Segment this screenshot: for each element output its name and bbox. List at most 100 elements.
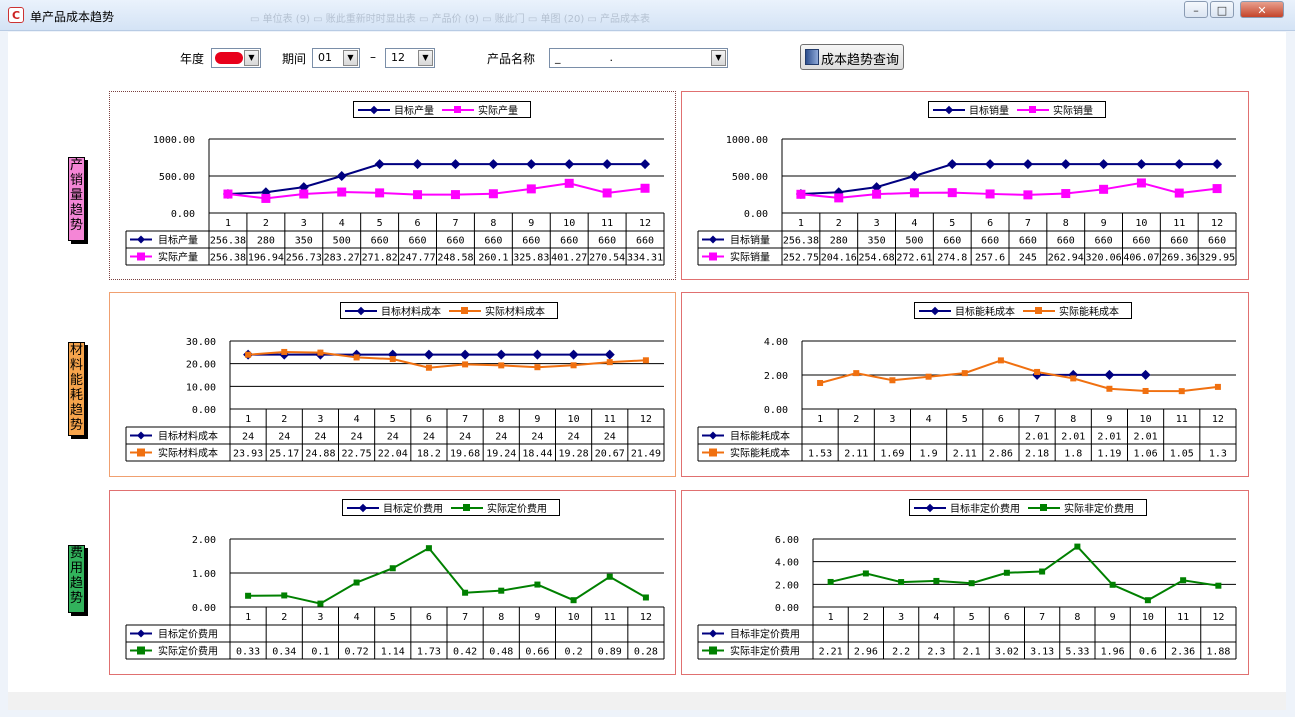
data-point	[642, 357, 649, 364]
data-cell: 2.11	[953, 449, 977, 460]
data-cell: 1.73	[417, 647, 441, 658]
data-point	[1070, 375, 1077, 382]
data-cell: 1.05	[1170, 449, 1194, 460]
data-point	[498, 362, 505, 369]
status-bar	[8, 692, 1286, 710]
category-label: 4	[911, 218, 917, 229]
series-row-label: 目标能耗成本	[730, 430, 790, 443]
data-cell: 0.89	[598, 647, 622, 658]
category-label: 7	[1034, 414, 1040, 425]
series-key-marker	[709, 448, 717, 457]
data-point	[353, 354, 360, 361]
data-point	[488, 189, 498, 199]
data-point	[353, 579, 360, 586]
data-point	[1174, 159, 1185, 170]
category-label: 4	[354, 612, 360, 623]
data-point	[568, 349, 579, 360]
chevron-down-icon[interactable]: ▼	[418, 50, 433, 66]
product-value: _ .	[555, 51, 613, 64]
product-select[interactable]: _ . ▼	[549, 48, 728, 68]
data-point	[1136, 159, 1147, 170]
series-line	[800, 163, 1218, 196]
data-cell: 262.94	[1048, 253, 1084, 264]
data-point	[570, 362, 577, 369]
data-point	[817, 379, 824, 386]
chevron-down-icon[interactable]: ▼	[343, 50, 358, 66]
period-to-select[interactable]: 12 ▼	[385, 48, 435, 68]
data-cell: 0.6	[1139, 647, 1157, 658]
data-cell: 660	[484, 236, 502, 247]
section-label-material-energy: 材 料 能 耗 趋 势	[68, 342, 85, 436]
period-from-select[interactable]: 01 ▼	[312, 48, 360, 68]
data-point	[498, 587, 505, 594]
close-button[interactable]: ✕	[1240, 1, 1284, 18]
category-label: 12	[1211, 218, 1223, 229]
category-label: 10	[1135, 218, 1147, 229]
data-point	[389, 356, 396, 363]
data-cell: 256.73	[286, 253, 322, 264]
data-cell: 24	[459, 432, 471, 443]
category-label: 2	[281, 612, 287, 623]
data-point	[1142, 387, 1149, 394]
series-key-marker	[137, 646, 145, 655]
query-button[interactable]: 成本趋势查询	[800, 44, 904, 70]
category-label: 12	[639, 218, 651, 229]
data-point	[933, 577, 940, 584]
query-button-label: 成本趋势查询	[821, 53, 900, 68]
y-tick-label: 0.00	[192, 405, 216, 416]
minimize-button[interactable]: –	[1184, 1, 1208, 18]
data-cell: 24	[531, 432, 543, 443]
y-tick-label: 1.00	[192, 569, 216, 580]
chevron-down-icon[interactable]: ▼	[711, 50, 726, 66]
data-point	[245, 351, 252, 358]
data-point	[245, 592, 252, 599]
category-label: 3	[317, 612, 323, 623]
series-row-label: 目标材料成本	[158, 430, 218, 443]
data-cell: 660	[636, 236, 654, 247]
data-point	[317, 349, 324, 356]
data-cell: 660	[560, 236, 578, 247]
period-label: 期间	[282, 52, 307, 66]
data-cell: 2.3	[927, 647, 945, 658]
maximize-button[interactable]: □	[1210, 1, 1234, 18]
background-tabs: ▭ 单位表 (9) ▭ 账此重新时时显出表 ▭ 产品价 (9) ▭ 账此门 ▭ …	[250, 14, 651, 24]
category-label: 2	[263, 218, 269, 229]
data-cell: 247.77	[399, 253, 435, 264]
data-cell: 0.33	[236, 647, 260, 658]
y-tick-label: 1000.00	[726, 135, 768, 146]
data-cell: 0.1	[311, 647, 329, 658]
panel-sales: 目标销量 实际销量 1000.00 500.00 0.00 1 2 3 4 5 6 7 8 9 10 11 12…	[681, 91, 1249, 280]
year-select[interactable]: ▼	[211, 48, 261, 68]
category-label: 1	[798, 218, 804, 229]
section-label-text: 产 销 量 趋 势	[69, 158, 83, 233]
series-line	[800, 181, 1218, 199]
data-cell: 5.33	[1065, 647, 1089, 658]
data-point	[337, 187, 347, 197]
data-cell: 24	[495, 432, 507, 443]
data-cell: 325.83	[513, 253, 549, 264]
data-cell: 24.88	[305, 449, 335, 460]
data-point	[1136, 178, 1146, 188]
category-label: 9	[1106, 414, 1112, 425]
category-label: 11	[1176, 414, 1188, 425]
category-label: 2	[853, 414, 859, 425]
data-point	[564, 159, 575, 170]
series-row-label: 实际非定价费用	[730, 645, 800, 658]
data-cell: 257.6	[975, 253, 1005, 264]
data-point	[606, 359, 613, 366]
series-row-label: 实际产量	[158, 251, 198, 264]
data-cell: 0.72	[345, 647, 369, 658]
data-point	[412, 159, 423, 170]
data-point	[496, 349, 507, 360]
chevron-down-icon[interactable]: ▼	[244, 50, 259, 66]
period-from-value: 01	[318, 51, 332, 64]
data-point	[1215, 582, 1222, 589]
app-icon: C	[8, 7, 24, 23]
data-point	[564, 178, 574, 188]
data-point	[450, 190, 460, 200]
data-point	[1180, 577, 1187, 584]
series-row-label: 实际能耗成本	[730, 447, 790, 460]
series-line	[248, 546, 647, 605]
data-cell: 270.54	[589, 253, 625, 264]
series-key-marker	[137, 252, 145, 261]
